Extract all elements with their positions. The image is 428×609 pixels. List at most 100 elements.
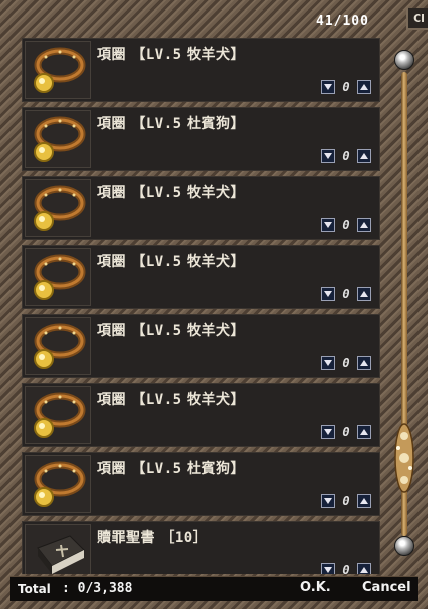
collar-icon	[34, 254, 86, 300]
arrow-up-icon	[360, 360, 368, 366]
decrement-button[interactable]	[321, 80, 335, 94]
quantity-value: 0	[342, 287, 350, 301]
item-pet-type: 牧羊犬】	[186, 185, 245, 201]
increment-button[interactable]	[357, 218, 371, 232]
quantity-value: 0	[342, 218, 350, 232]
close-tab[interactable]: Cl	[406, 8, 428, 30]
arrow-up-icon	[360, 153, 368, 159]
increment-button[interactable]	[357, 494, 371, 508]
decrement-button[interactable]	[321, 149, 335, 163]
quantity-stepper: 0	[321, 79, 371, 95]
item-count: ［10］	[160, 530, 208, 546]
total-value: : 0/3,388	[62, 581, 133, 596]
list-item[interactable]: 項圈 【LV.5 牧羊犬】 0	[22, 245, 380, 309]
item-level: 【LV.5	[131, 323, 182, 339]
item-level: 【LV.5	[131, 254, 182, 270]
item-pet-type: 杜賓狗】	[186, 461, 245, 477]
item-pet-type: 牧羊犬】	[186, 323, 245, 339]
collar-icon	[34, 47, 86, 93]
quantity-value: 0	[342, 149, 350, 163]
list-item[interactable]: 項圈 【LV.5 牧羊犬】 0	[22, 176, 380, 240]
quantity-stepper: 0	[321, 493, 371, 509]
increment-button[interactable]	[357, 149, 371, 163]
collar-icon	[34, 116, 86, 162]
footer-bar: Total : 0/3,388 O.K. Cancel	[10, 576, 418, 601]
decrement-button[interactable]	[321, 356, 335, 370]
item-level: 【LV.5	[131, 392, 182, 408]
quantity-stepper: 0	[321, 286, 371, 302]
item-pet-type: 牧羊犬】	[186, 392, 245, 408]
item-slot	[25, 41, 91, 99]
item-slot	[25, 524, 91, 574]
increment-button[interactable]	[357, 80, 371, 94]
quantity-stepper: 0	[321, 217, 371, 233]
list-item[interactable]: 項圈 【LV.5 牧羊犬】 0	[22, 38, 380, 102]
item-pet-type: 牧羊犬】	[186, 47, 245, 63]
quantity-stepper: 0	[321, 562, 371, 574]
holy-book-icon	[37, 535, 85, 574]
scroll-up-knob[interactable]	[394, 50, 414, 70]
item-slot	[25, 386, 91, 444]
list-item[interactable]: 贖罪聖書 ［10］ 0	[22, 521, 380, 574]
item-name: 項圈	[97, 254, 126, 270]
decrement-button[interactable]	[321, 563, 335, 574]
list-item[interactable]: 項圈 【LV.5 牧羊犬】 0	[22, 314, 380, 378]
arrow-down-icon	[324, 291, 332, 297]
arrow-down-icon	[324, 222, 332, 228]
ok-button[interactable]: O.K.	[296, 580, 335, 595]
list-item[interactable]: 項圈 【LV.5 杜賓狗】 0	[22, 107, 380, 171]
collar-icon	[34, 461, 86, 507]
list-item[interactable]: 項圈 【LV.5 杜賓狗】 0	[22, 452, 380, 516]
collar-icon	[34, 392, 86, 438]
scroll-down-knob[interactable]	[394, 536, 414, 556]
item-slot	[25, 179, 91, 237]
quantity-stepper: 0	[321, 148, 371, 164]
increment-button[interactable]	[357, 356, 371, 370]
item-name: 項圈	[97, 47, 126, 63]
decrement-button[interactable]	[321, 287, 335, 301]
item-name: 贖罪聖書	[97, 530, 155, 546]
arrow-up-icon	[360, 84, 368, 90]
inventory-count: 41/100	[316, 14, 369, 29]
arrow-up-icon	[360, 498, 368, 504]
item-level: 【LV.5	[131, 47, 182, 63]
decrement-button[interactable]	[321, 218, 335, 232]
list-item[interactable]: 項圈 【LV.5 牧羊犬】 0	[22, 383, 380, 447]
arrow-up-icon	[360, 222, 368, 228]
item-slot	[25, 110, 91, 168]
item-name: 項圈	[97, 185, 126, 201]
quantity-value: 0	[342, 425, 350, 439]
arrow-down-icon	[324, 567, 332, 573]
arrow-down-icon	[324, 360, 332, 366]
total-label: Total	[18, 582, 51, 596]
arrow-up-icon	[360, 429, 368, 435]
item-name: 項圈	[97, 116, 126, 132]
item-slot	[25, 248, 91, 306]
arrow-down-icon	[324, 153, 332, 159]
decrement-button[interactable]	[321, 494, 335, 508]
scroll-thumb[interactable]	[392, 418, 416, 498]
scrollbar[interactable]	[392, 50, 416, 558]
collar-icon	[34, 185, 86, 231]
cancel-button[interactable]: Cancel	[358, 580, 415, 595]
item-pet-type: 杜賓狗】	[186, 116, 245, 132]
item-level: 【LV.5	[131, 185, 182, 201]
decrement-button[interactable]	[321, 425, 335, 439]
increment-button[interactable]	[357, 563, 371, 574]
item-name: 項圈	[97, 461, 126, 477]
increment-button[interactable]	[357, 425, 371, 439]
quantity-stepper: 0	[321, 424, 371, 440]
arrow-down-icon	[324, 429, 332, 435]
item-list: 項圈 【LV.5 牧羊犬】 0 項圈 【LV.5 杜賓狗】 0 項圈 【LV.5…	[22, 38, 380, 574]
quantity-value: 0	[342, 356, 350, 370]
arrow-up-icon	[360, 567, 368, 573]
quantity-value: 0	[342, 563, 350, 574]
increment-button[interactable]	[357, 287, 371, 301]
item-pet-type: 牧羊犬】	[186, 254, 245, 270]
item-level: 【LV.5	[131, 116, 182, 132]
item-name: 項圈	[97, 392, 126, 408]
quantity-value: 0	[342, 494, 350, 508]
arrow-up-icon	[360, 291, 368, 297]
ornate-thumb-icon	[394, 423, 414, 493]
arrow-down-icon	[324, 498, 332, 504]
